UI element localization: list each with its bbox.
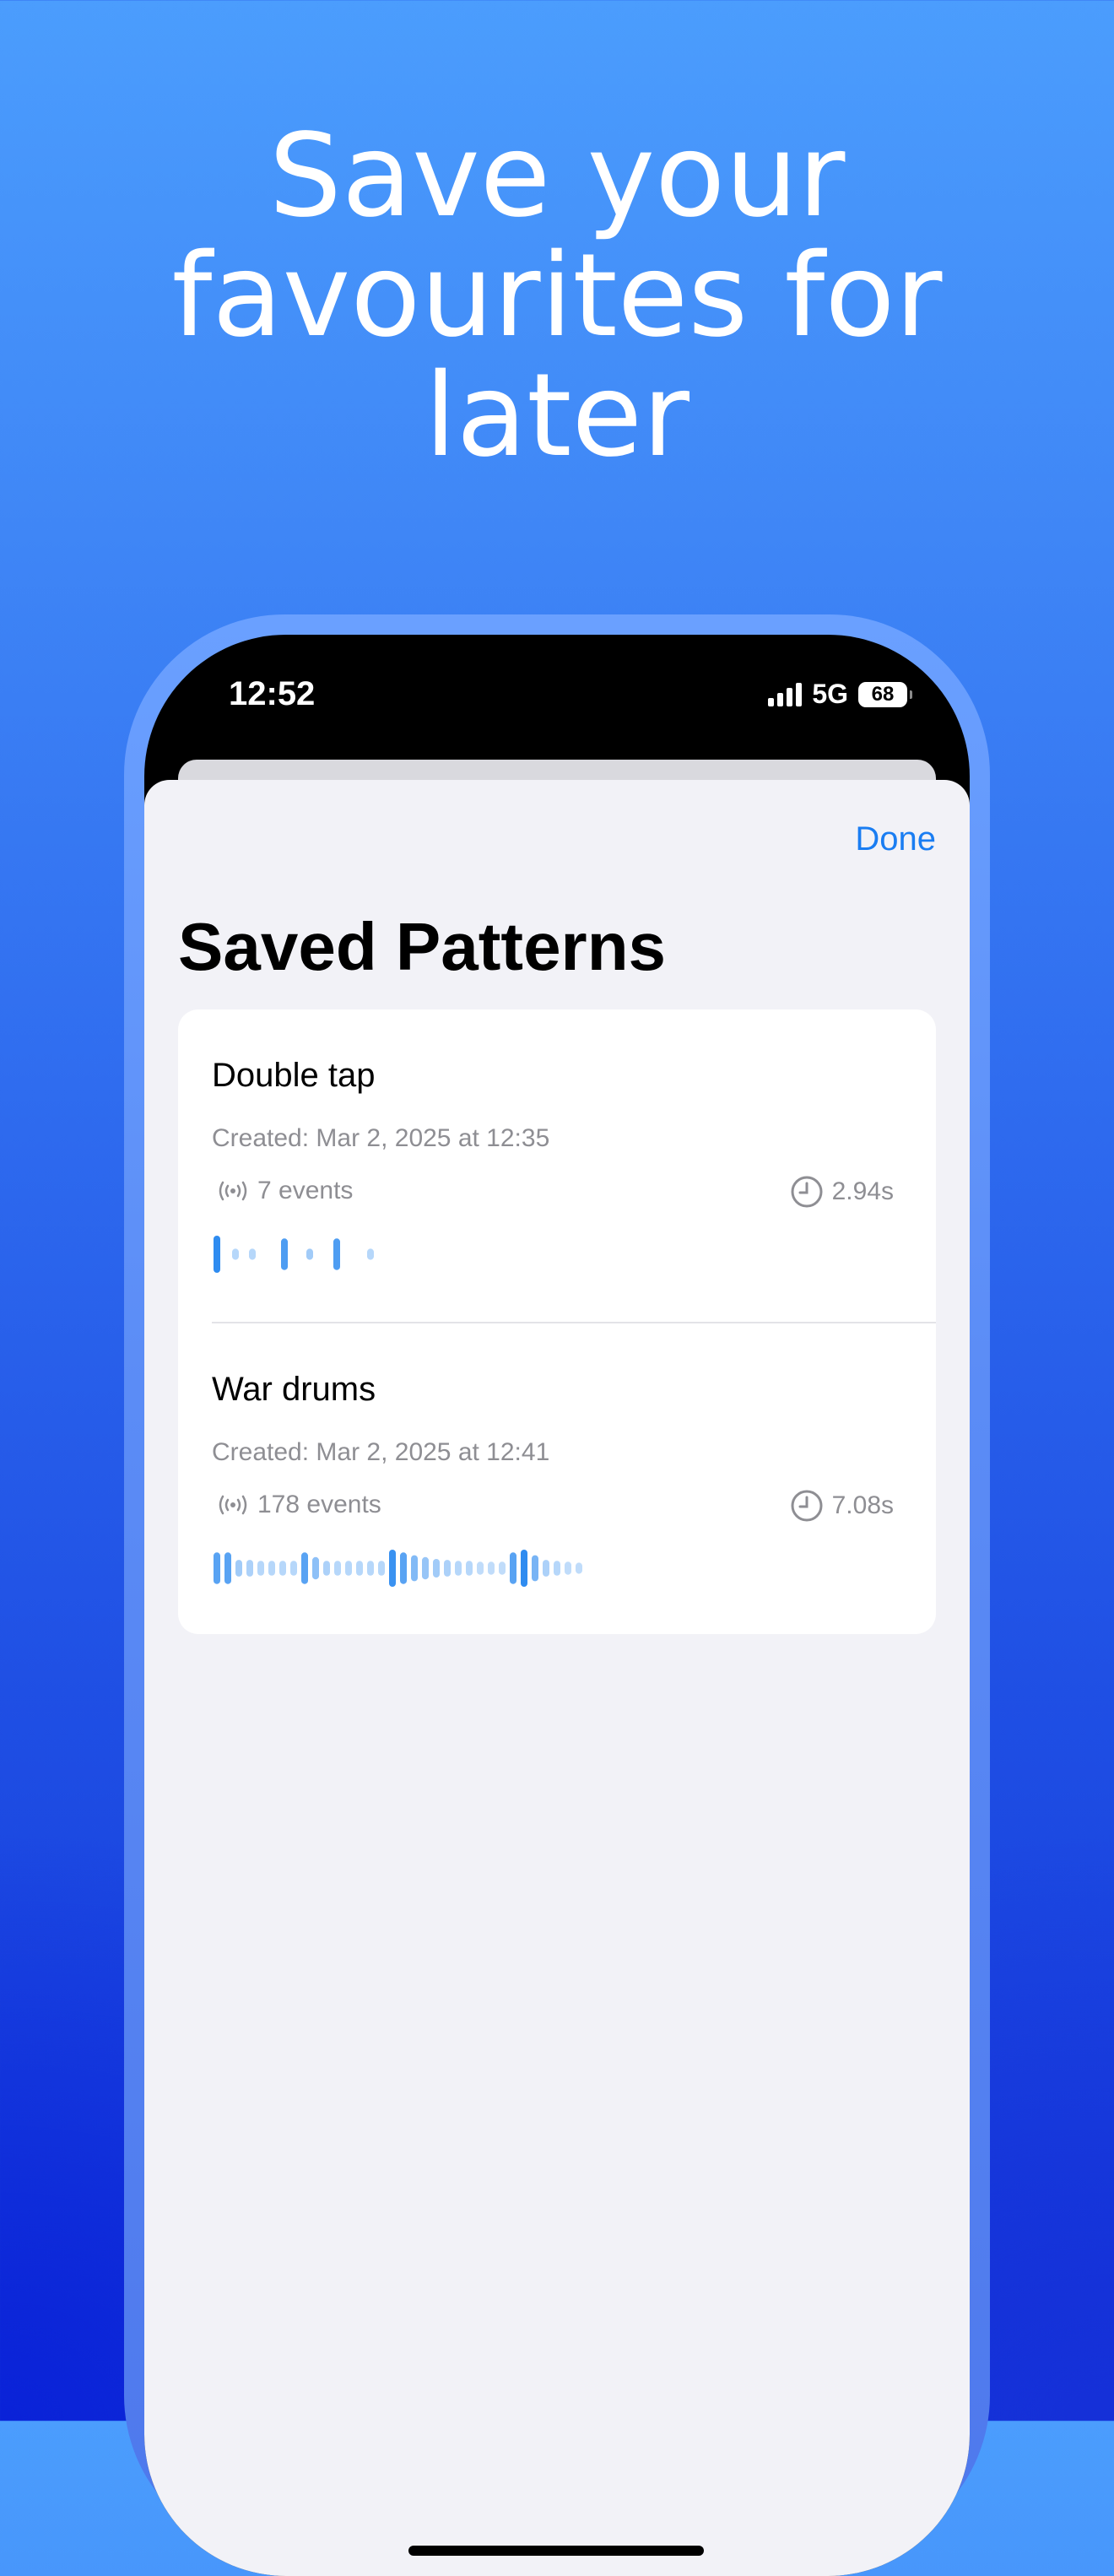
waveform-bar bbox=[477, 1561, 484, 1575]
battery-level: 68 bbox=[871, 682, 895, 706]
waveform-bar bbox=[389, 1550, 396, 1587]
waveform-bar bbox=[444, 1560, 451, 1577]
duration-value: 7.08s bbox=[831, 1491, 894, 1519]
pattern-waveform bbox=[214, 1236, 374, 1273]
waveform-bar bbox=[521, 1550, 527, 1587]
events-count: 178 events bbox=[257, 1491, 381, 1518]
headline-line-2: favourites for bbox=[171, 230, 943, 363]
headline: Save your favourites for later bbox=[0, 116, 1114, 476]
done-button[interactable]: Done bbox=[855, 820, 936, 858]
waveform-bar bbox=[356, 1561, 363, 1576]
waveform-bar bbox=[466, 1561, 473, 1576]
waveform-bar bbox=[257, 1561, 264, 1576]
pattern-events: 178 events bbox=[215, 1491, 381, 1519]
waveform-bar bbox=[543, 1560, 549, 1577]
waveform-bar bbox=[554, 1561, 560, 1576]
pattern-row[interactable]: War drums Created: Mar 2, 2025 at 12:41 … bbox=[178, 1323, 936, 1634]
waveform-bar bbox=[279, 1561, 286, 1576]
waveform-bar bbox=[249, 1248, 256, 1260]
pattern-name: Double tap bbox=[212, 1057, 376, 1094]
clock-icon bbox=[791, 1490, 823, 1522]
waveform-bar bbox=[532, 1555, 538, 1582]
waveform-bar bbox=[333, 1238, 340, 1270]
waveform-bar bbox=[301, 1552, 308, 1584]
status-time: 12:52 bbox=[229, 675, 316, 712]
haptic-waves-icon bbox=[219, 1495, 247, 1515]
waveform-bar bbox=[367, 1561, 374, 1576]
waveform-bar bbox=[433, 1559, 440, 1578]
pattern-events: 7 events bbox=[215, 1177, 353, 1205]
pattern-name: War drums bbox=[212, 1371, 376, 1408]
clock-icon bbox=[791, 1176, 823, 1208]
home-indicator bbox=[408, 2546, 704, 2556]
waveform-bar bbox=[400, 1552, 407, 1584]
waveform-bar bbox=[235, 1560, 242, 1577]
waveform-bar bbox=[499, 1561, 506, 1575]
haptic-waves-icon bbox=[219, 1181, 247, 1201]
waveform-bar bbox=[411, 1555, 418, 1582]
waveform-bar bbox=[268, 1561, 275, 1576]
waveform-bar bbox=[214, 1236, 220, 1273]
waveform-bar bbox=[565, 1561, 571, 1575]
waveform-bar bbox=[345, 1561, 352, 1576]
status-bar-right: 5G 68 bbox=[768, 679, 912, 710]
headline-line-1: Save your bbox=[268, 110, 846, 243]
waveform-bar bbox=[323, 1561, 330, 1576]
waveform-bar bbox=[306, 1248, 313, 1260]
pattern-created: Created: Mar 2, 2025 at 12:35 bbox=[212, 1124, 550, 1152]
phone-screen: 12:52 5G 68 Done Saved Patterns Double t… bbox=[144, 635, 970, 2576]
waveform-bar bbox=[224, 1552, 231, 1584]
waveform-bar bbox=[232, 1248, 239, 1260]
waveform-bar bbox=[510, 1552, 516, 1584]
waveform-bar bbox=[576, 1562, 582, 1574]
pattern-created: Created: Mar 2, 2025 at 12:41 bbox=[212, 1438, 550, 1466]
headline-line-3: later bbox=[424, 349, 690, 483]
saved-patterns-sheet: Done Saved Patterns Double tap Created: … bbox=[144, 780, 970, 2576]
duration-value: 2.94s bbox=[831, 1177, 894, 1205]
pattern-row[interactable]: Double tap Created: Mar 2, 2025 at 12:35… bbox=[178, 1009, 936, 1322]
pattern-duration: 7.08s bbox=[790, 1489, 894, 1523]
waveform-bar bbox=[290, 1561, 297, 1576]
patterns-list: Double tap Created: Mar 2, 2025 at 12:35… bbox=[178, 1009, 936, 1634]
events-count: 7 events bbox=[257, 1177, 354, 1204]
waveform-bar bbox=[367, 1248, 374, 1260]
signal-icon bbox=[768, 682, 803, 706]
waveform-bar bbox=[334, 1561, 341, 1576]
sheet-title: Saved Patterns bbox=[178, 909, 667, 984]
waveform-bar bbox=[214, 1552, 220, 1584]
waveform-bar bbox=[455, 1561, 462, 1576]
pattern-duration: 2.94s bbox=[790, 1175, 894, 1209]
waveform-bar bbox=[422, 1556, 429, 1580]
waveform-bar bbox=[488, 1561, 495, 1575]
network-label: 5G bbox=[812, 679, 848, 709]
waveform-bar bbox=[312, 1556, 319, 1580]
waveform-bar bbox=[378, 1561, 385, 1576]
pattern-waveform bbox=[214, 1550, 582, 1587]
waveform-bar bbox=[246, 1560, 253, 1577]
battery-icon: 68 bbox=[858, 681, 912, 707]
waveform-bar bbox=[281, 1238, 288, 1270]
